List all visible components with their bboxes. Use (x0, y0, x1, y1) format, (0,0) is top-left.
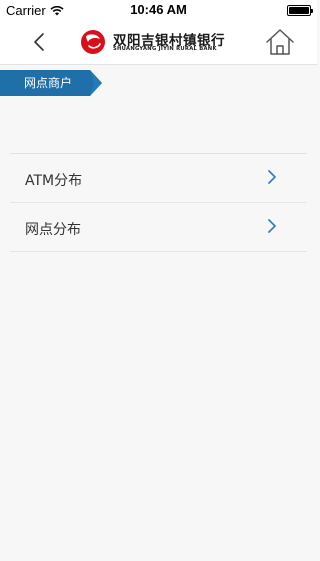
back-button[interactable] (28, 30, 52, 54)
home-button[interactable] (264, 28, 296, 56)
battery-level (289, 7, 309, 14)
chevron-left-icon (34, 33, 44, 51)
section-tab-merchant: 网点商户 (0, 70, 102, 96)
status-bar: Carrier 10:46 AM (0, 0, 317, 20)
bank-logo: 双阳吉银村镇银行 SHUANGYANG JIYIN RURAL BANK (80, 28, 246, 58)
logo-name-en: SHUANGYANG JIYIN RURAL BANK (113, 46, 217, 52)
menu-item-branch[interactable]: 网点分布 (10, 203, 307, 252)
menu-item-label: 网点分布 (25, 222, 81, 238)
battery-tip (311, 9, 313, 13)
chevron-right-icon (268, 219, 276, 233)
logo-mark-icon (81, 30, 105, 54)
battery-icon (287, 5, 313, 16)
nav-bar: 双阳吉银村镇银行 SHUANGYANG JIYIN RURAL BANK (0, 20, 317, 65)
menu-list: ATM分布 网点分布 (10, 153, 307, 252)
chevron-right-icon (268, 170, 276, 184)
status-time: 10:46 AM (130, 2, 187, 17)
home-icon (266, 29, 294, 55)
section-tab-label: 网点商户 (24, 76, 73, 90)
menu-item-atm[interactable]: ATM分布 (10, 154, 307, 203)
menu-item-label: ATM分布 (25, 173, 83, 189)
